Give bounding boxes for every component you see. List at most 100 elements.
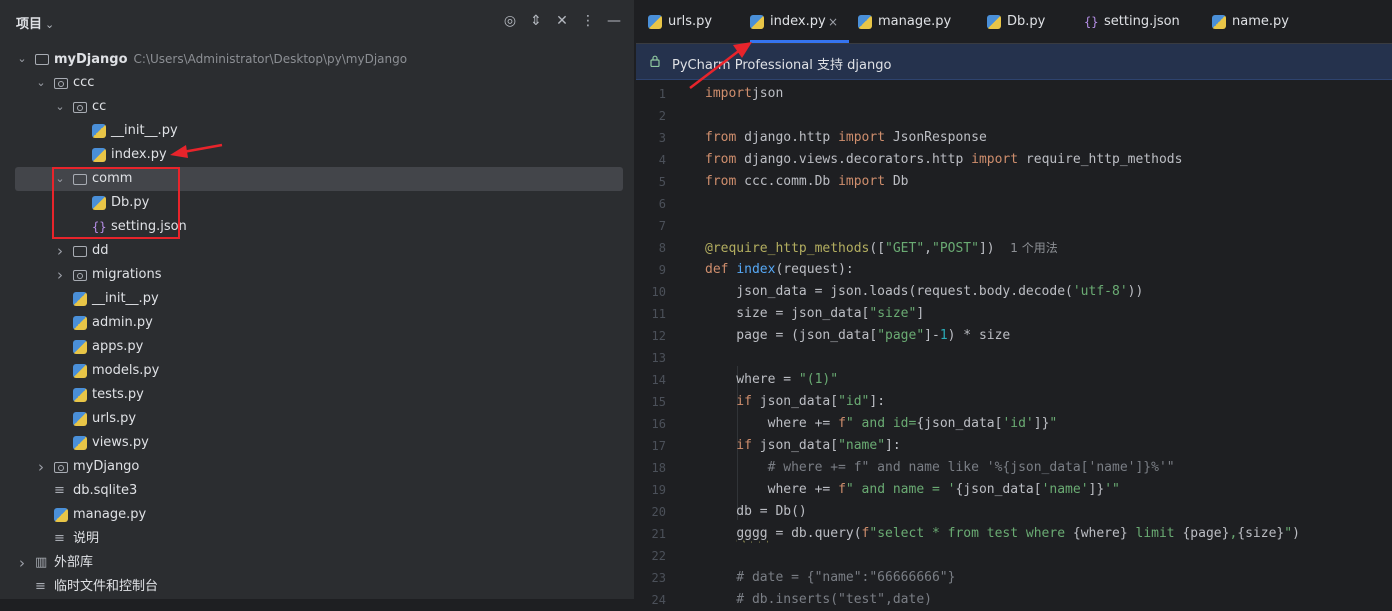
tree-item[interactable]: models.py [0,359,634,383]
code-token: size = json_data[ [705,306,870,321]
code-token: ]: [885,438,901,453]
project-panel-title: 项目 [16,17,43,32]
line-number: 22 [651,549,666,563]
tree-item[interactable]: ≡ 说明 [0,527,634,551]
code-token: {size} [1237,526,1285,541]
tree-item[interactable]: › myDjango [0,455,634,479]
code-token: if [705,438,752,453]
code-token: # db.inserts("test",date) [705,592,932,607]
chevron-down-icon[interactable]: ⌄ [54,95,66,119]
package-folder-icon [54,462,68,473]
code-token: from [705,130,737,145]
tree-item[interactable]: ⌄ cc [0,95,634,119]
chevron-right-icon[interactable]: › [54,239,66,263]
code-text: if json_data["id"]: [705,391,885,413]
tree-item[interactable]: index.py [0,143,634,167]
tree-item-name: apps.py [92,339,144,354]
project-view-selector[interactable]: 项目 ⌄ [16,13,54,32]
tree-item[interactable]: › ▥ 外部库 [0,551,634,575]
chevron-right-icon[interactable]: › [35,455,47,479]
close-tab-icon[interactable]: × [828,0,838,44]
tree-item[interactable]: apps.py [0,335,634,359]
tree-item[interactable]: ≡ db.sqlite3 [0,479,634,503]
scratches-icon: ≡ [35,579,46,594]
code-token: db = Db() [705,504,807,519]
expand-all-icon[interactable]: ⇕ [527,12,545,30]
code-token: f [838,416,846,431]
tree-item[interactable]: admin.py [0,311,634,335]
python-file-icon [73,316,87,330]
tree-item[interactable]: ≡ 临时文件和控制台 [0,575,634,599]
line-number: 1 [658,87,666,101]
code-token: json [751,86,784,101]
editor-tab-label: setting.json [1104,14,1180,29]
code-line: 13 [636,347,1392,369]
code-text: if json_data["name"]: [705,435,901,457]
tree-item[interactable]: ⌄ myDjango C:\Users\Administrator\Desktop\… [0,47,634,71]
code-line: 19 where += f" and name = '{json_data['n… [636,479,1392,501]
code-text: @require_http_methods(["GET","POST"]) 1 … [705,237,1058,260]
code-token: index [736,262,776,277]
hide-panel-icon[interactable]: — [605,12,623,30]
plugin-banner: PyCharm Professional 支持 django [636,44,1392,80]
tree-item-name: dd [92,243,109,258]
code-token: ]: [869,394,886,409]
json-file-icon: {} [1084,15,1099,29]
collapse-all-icon[interactable]: ✕ [553,12,571,30]
code-line: 11 size = json_data["size"] [636,303,1392,325]
code-token: ] [916,306,925,321]
code-text: def index(request): [705,259,854,281]
tree-item-label: myDjango C:\Users\Administrator\Desktop\p… [54,47,407,72]
editor-tab-label: index.py [770,14,826,29]
folder-icon [73,246,87,257]
tree-item[interactable]: views.py [0,431,634,455]
tree-item-name: migrations [92,267,162,282]
chevron-right-icon[interactable]: › [54,263,66,287]
folder-icon [35,54,49,65]
tree-item[interactable]: › dd [0,239,634,263]
code-line: 8 @require_http_methods(["GET","POST"]) 1… [636,237,1392,259]
library-icon: ▥ [35,555,48,570]
tree-item[interactable]: __init__.py [0,119,634,143]
code-token: JsonResponse [885,130,987,145]
code-token: require_http_methods [1018,152,1183,167]
chevron-down-icon[interactable]: ⌄ [16,47,28,71]
line-number: 19 [651,483,666,497]
locate-file-icon[interactable]: ◎ [501,12,519,30]
project-path: C:\Users\Administrator\Desktop\py\myDjan… [133,52,408,66]
tree-item-label: index.py [111,143,167,167]
chevron-down-icon[interactable]: ⌄ [35,71,47,95]
tree-item[interactable]: tests.py [0,383,634,407]
code-line: 20 db = Db() [636,501,1392,523]
tree-item[interactable]: ⌄ ccc [0,71,634,95]
editor-tab-label: manage.py [878,14,952,29]
code-token: "name" [838,438,886,453]
tree-item[interactable]: › migrations [0,263,634,287]
options-menu-icon[interactable]: ⋮ [579,12,597,30]
tree-item[interactable]: manage.py [0,503,634,527]
code-token: "(1)" [798,372,839,387]
tree-item[interactable]: __init__.py [0,287,634,311]
code-token: gggg [736,526,768,541]
code-token: import [838,130,886,145]
code-token: ) [1292,526,1300,541]
code-token: {json_data[ [955,482,1042,497]
code-editor[interactable]: 1 importjson 2 3 from django.http import Jso… [636,80,1392,607]
python-file-icon [750,15,764,29]
code-line: 4 from django.views.decorators.http impor… [636,149,1392,171]
code-token: import [971,152,1019,167]
tree-item-label: views.py [92,431,149,455]
code-text: importjson [705,83,783,105]
code-line: 10 json_data = json.loads(request.body.d… [636,281,1392,303]
code-line: 21 gggg = db.query(f"select * from test … [636,523,1392,545]
tree-item[interactable]: urls.py [0,407,634,431]
code-token: , [924,241,932,256]
editor-tab-label: Db.py [1007,14,1046,29]
chevron-right-icon[interactable]: › [16,551,28,575]
tree-item-name: urls.py [92,411,137,426]
tree-item-name: ccc [73,75,95,90]
code-line: 24 # db.inserts("test",date) [636,589,1392,611]
project-panel-header: 项目 ⌄ ◎ ⇕ ✕ ⋮ — [0,0,634,44]
tree-item-name: cc [92,99,107,114]
